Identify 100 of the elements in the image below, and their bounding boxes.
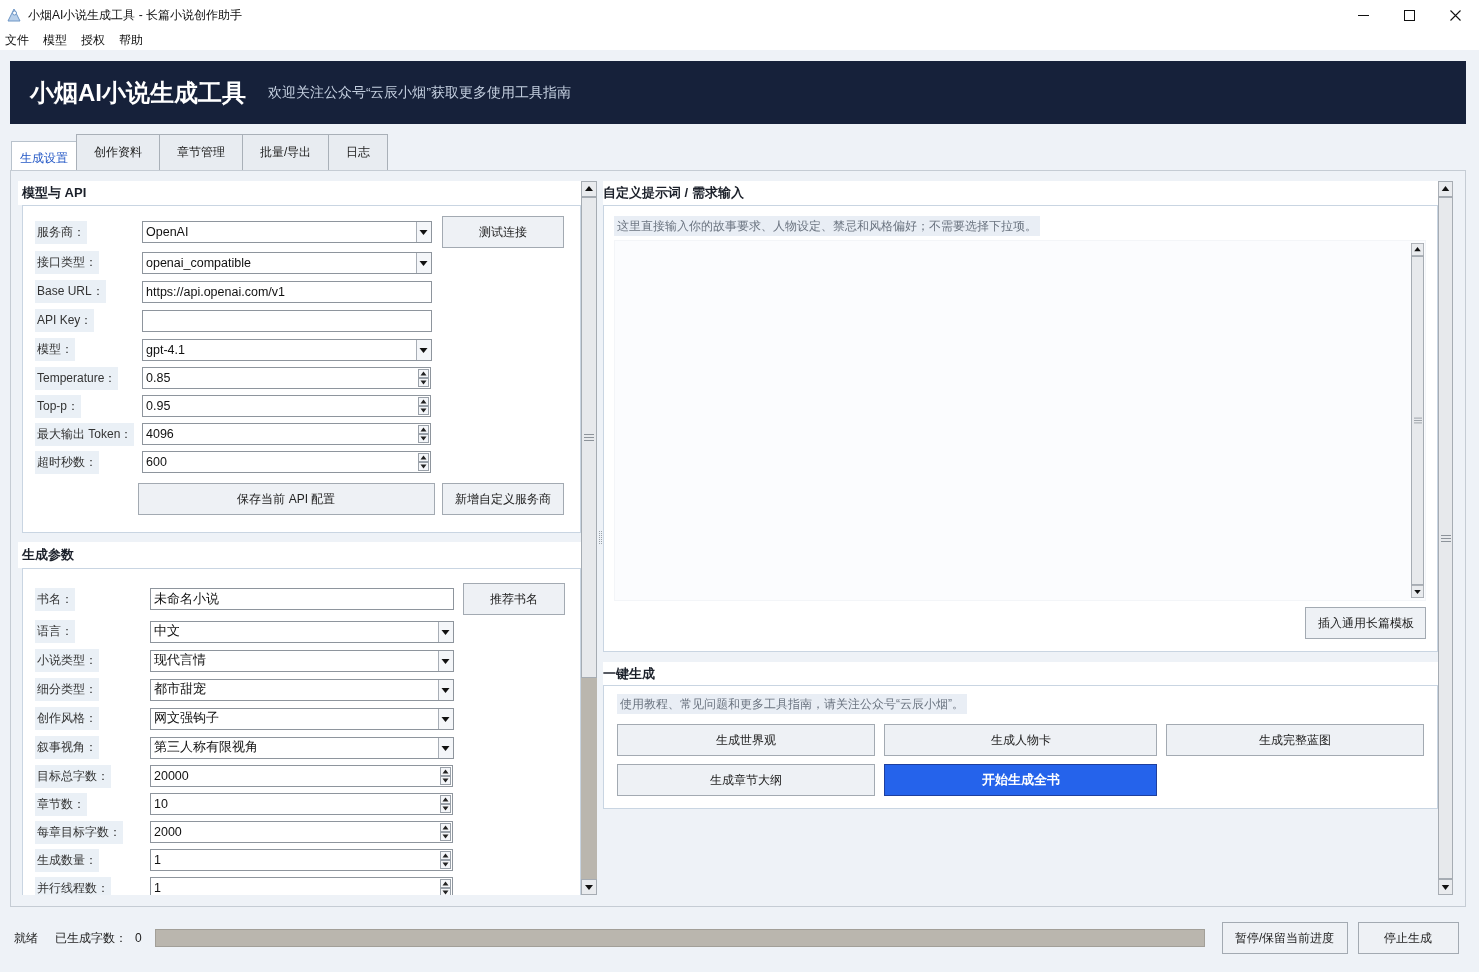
dropdown[interactable]: gpt-4.1 xyxy=(142,338,432,361)
test-connection-button[interactable]: 测试连接 xyxy=(442,216,564,248)
field-label: 最大输出 Token： xyxy=(35,422,135,446)
spinner-arrows-icon[interactable] xyxy=(418,369,429,387)
dropdown[interactable]: openai_compatible xyxy=(142,251,432,274)
menu-item[interactable]: 文件 xyxy=(1,31,33,49)
spinner-arrows-icon[interactable] xyxy=(440,767,451,785)
word-count-value: 0 xyxy=(135,931,142,945)
caret-down-icon[interactable] xyxy=(438,708,453,729)
window-title: 小烟AI小说生成工具 - 长篇小说创作助手 xyxy=(28,6,242,24)
scroll-up-icon[interactable] xyxy=(1438,181,1453,197)
caret-down-icon[interactable] xyxy=(438,650,453,671)
tab[interactable]: 批量/导出 xyxy=(242,134,330,170)
text-field[interactable]: https://api.openai.com/v1 xyxy=(142,280,432,303)
field-label: 细分类型： xyxy=(35,678,99,701)
field-label: 目标总字数： xyxy=(35,764,111,788)
field-label: 创作风格： xyxy=(35,707,99,730)
number-spinbox[interactable]: 1 xyxy=(150,877,453,895)
tab[interactable]: 创作资料 xyxy=(76,134,160,170)
menu-item[interactable]: 模型 xyxy=(39,31,71,49)
app-title: 小烟AI小说生成工具 xyxy=(30,77,246,108)
field-label: Temperature： xyxy=(35,366,119,390)
grip-icon xyxy=(584,434,594,441)
spinner-arrows-icon[interactable] xyxy=(418,453,429,471)
spinner-arrows-icon[interactable] xyxy=(440,795,451,813)
dropdown[interactable]: 中文 xyxy=(150,620,454,643)
dropdown[interactable]: 现代言情 xyxy=(150,649,454,672)
number-spinbox[interactable]: 0.85 xyxy=(142,367,431,389)
scroll-down-icon[interactable] xyxy=(1411,585,1424,598)
number-spinbox[interactable]: 1 xyxy=(150,849,453,871)
tab[interactable]: 生成设置 xyxy=(11,141,77,170)
field-label: 超时秒数： xyxy=(35,450,99,474)
generate-button[interactable]: 生成人物卡 xyxy=(884,724,1157,756)
hint-text: 这里直接输入你的故事要求、人物设定、禁忌和风格偏好；不需要选择下拉项。 xyxy=(614,216,1040,236)
generate-button[interactable]: 生成世界观 xyxy=(617,724,875,756)
field-label: 并行线程数： xyxy=(35,876,111,895)
field-label: 模型： xyxy=(35,338,75,361)
scrollbar-thumb[interactable] xyxy=(581,197,597,678)
section-heading: 自定义提示词 / 需求输入 xyxy=(603,181,1438,205)
section-heading: 生成参数 xyxy=(18,542,581,568)
field-label: 生成数量： xyxy=(35,848,99,872)
spinner-arrows-icon[interactable] xyxy=(418,425,429,443)
header-subtitle: 欢迎关注公众号“云辰小烟”获取更多使用工具指南 xyxy=(268,83,571,102)
field-label: 小说类型： xyxy=(35,649,99,672)
dropdown[interactable]: OpenAI xyxy=(142,221,432,243)
spinner-arrows-icon[interactable] xyxy=(418,397,429,415)
add-provider-button[interactable]: 新增自定义服务商 xyxy=(442,483,564,515)
field-label: 每章目标字数： xyxy=(35,820,123,844)
minimize-icon[interactable] xyxy=(1357,14,1369,16)
scroll-up-icon[interactable] xyxy=(581,181,597,197)
section-heading: 一键生成 xyxy=(603,662,1438,685)
scroll-down-icon[interactable] xyxy=(1438,879,1453,895)
caret-down-icon[interactable] xyxy=(416,222,431,242)
scroll-up-icon[interactable] xyxy=(1411,243,1424,256)
grip-icon xyxy=(1440,534,1451,542)
field-label: Base URL： xyxy=(35,280,106,303)
generate-button[interactable]: 开始生成全书 xyxy=(884,764,1157,796)
splitter-grip-icon[interactable] xyxy=(598,531,602,545)
number-spinbox[interactable]: 10 xyxy=(150,793,453,815)
close-icon[interactable] xyxy=(1449,9,1461,21)
menu-item[interactable]: 授权 xyxy=(77,31,109,49)
insert-template-button[interactable]: 插入通用长篇模板 xyxy=(1305,607,1426,639)
field-label: Top-p： xyxy=(35,394,82,418)
field-label: API Key： xyxy=(35,309,95,332)
section-heading: 模型与 API xyxy=(18,181,581,205)
field-label: 章节数： xyxy=(35,792,87,816)
vertical-scrollbar[interactable] xyxy=(581,181,597,895)
number-spinbox[interactable]: 20000 xyxy=(150,765,453,787)
tab[interactable]: 章节管理 xyxy=(159,134,243,170)
suggest-title-button[interactable]: 推荐书名 xyxy=(463,583,565,615)
caret-down-icon[interactable] xyxy=(416,252,431,273)
number-spinbox[interactable]: 2000 xyxy=(150,821,453,843)
number-spinbox[interactable]: 0.95 xyxy=(142,395,431,417)
dropdown[interactable]: 第三人称有限视角 xyxy=(150,736,454,759)
app-icon xyxy=(7,7,22,23)
generate-button[interactable]: 生成章节大纲 xyxy=(617,764,875,796)
stop-button[interactable]: 停止生成 xyxy=(1357,922,1459,954)
caret-down-icon[interactable] xyxy=(438,621,453,642)
generate-button[interactable]: 生成完整蓝图 xyxy=(1166,724,1424,756)
menu-item[interactable]: 帮助 xyxy=(115,31,147,49)
spinner-arrows-icon[interactable] xyxy=(440,851,451,869)
caret-down-icon[interactable] xyxy=(438,737,453,758)
number-spinbox[interactable]: 4096 xyxy=(142,423,431,445)
scroll-down-icon[interactable] xyxy=(581,879,597,895)
dropdown[interactable]: 都市甜宠 xyxy=(150,678,454,701)
maximize-icon[interactable] xyxy=(1403,9,1415,21)
field-label: 叙事视角： xyxy=(35,736,99,759)
number-spinbox[interactable]: 600 xyxy=(142,451,431,473)
text-field[interactable]: 未命名小说 xyxy=(150,588,454,610)
field-label: 服务商： xyxy=(35,220,87,244)
spinner-arrows-icon[interactable] xyxy=(440,823,451,841)
caret-down-icon[interactable] xyxy=(416,339,431,360)
tab[interactable]: 日志 xyxy=(328,134,389,170)
dropdown[interactable]: 网文强钩子 xyxy=(150,707,454,730)
spinner-arrows-icon[interactable] xyxy=(440,879,451,895)
save-config-button[interactable]: 保存当前 API 配置 xyxy=(138,483,435,515)
text-field[interactable] xyxy=(142,309,432,332)
pause-button[interactable]: 暂停/保留当前进度 xyxy=(1221,922,1348,954)
field-label: 接口类型： xyxy=(35,251,99,274)
caret-down-icon[interactable] xyxy=(438,679,453,700)
